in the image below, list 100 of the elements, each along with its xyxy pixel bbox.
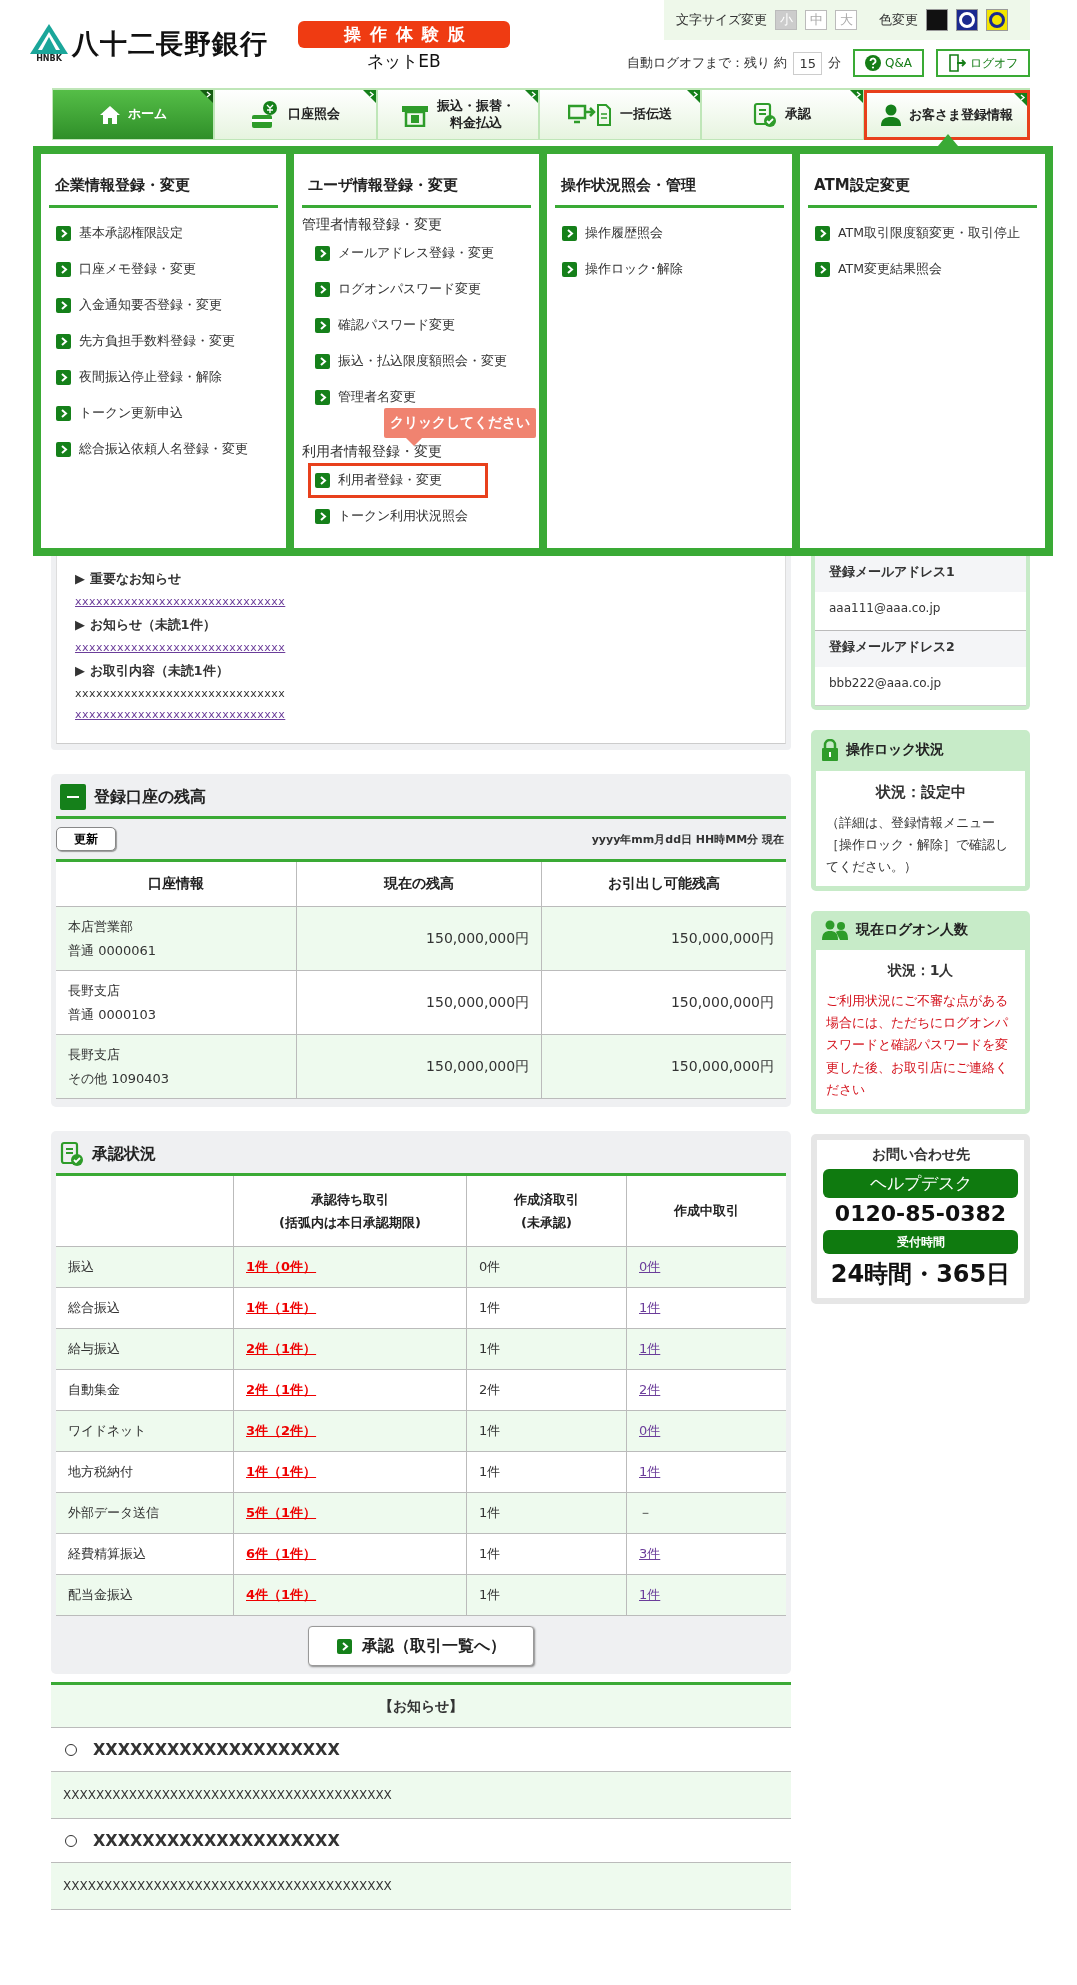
table-cell: 自動集金 bbox=[56, 1369, 234, 1411]
notice-link[interactable]: xxxxxxxxxxxxxxxxxxxxxxxxxxxxxx bbox=[75, 708, 286, 721]
notice-heading: ▶ 重要なお知らせ bbox=[75, 570, 182, 588]
account-number: 普通 0000061 bbox=[68, 941, 158, 960]
menu-group-heading: 利用者情報登録・変更 bbox=[302, 443, 442, 459]
menu-item[interactable]: ATM取引限度額変更・取引停止 bbox=[808, 216, 1027, 251]
corner-arrow-icon bbox=[525, 90, 538, 103]
menu-column-title: 操作状況照会・管理 bbox=[555, 166, 784, 208]
table-cell: 2件 bbox=[466, 1369, 627, 1411]
in-progress-link[interactable]: 3件 bbox=[639, 1546, 661, 1561]
help-button[interactable]: Q&A bbox=[853, 49, 924, 77]
pending-link[interactable]: 1件（1件） bbox=[246, 1300, 317, 1315]
in-progress-link[interactable]: 0件 bbox=[639, 1259, 661, 1274]
pending-link[interactable]: 1件（1件） bbox=[246, 1464, 317, 1479]
news-heading: XXXXXXXXXXXXXXXXXXXX bbox=[93, 1740, 340, 1759]
pending-link[interactable]: 4件（1件） bbox=[246, 1587, 317, 1602]
document-check-icon bbox=[753, 101, 778, 128]
news-body: XXXXXXXXXXXXXXXXXXXXXXXXXXXXXXXXXXXXXXXX bbox=[51, 1772, 791, 1819]
table-cell: 1件 bbox=[466, 1410, 627, 1452]
menu-item[interactable]: 確認パスワード変更 bbox=[308, 308, 462, 343]
notice-link[interactable]: xxxxxxxxxxxxxxxxxxxxxxxxxxxxxx bbox=[75, 641, 286, 654]
box-title: 現在ログオン人数 bbox=[856, 921, 968, 940]
logo-caption: HNBK bbox=[36, 54, 62, 63]
in-progress-link[interactable]: 1件 bbox=[639, 1300, 661, 1315]
pending-link[interactable]: 6件（1件） bbox=[246, 1546, 317, 1561]
remaining-time: 15 bbox=[793, 51, 822, 75]
pending-link[interactable]: 3件（2件） bbox=[246, 1423, 317, 1438]
in-progress-link[interactable]: 1件 bbox=[639, 1587, 661, 1602]
account-number: 普通 0000103 bbox=[68, 1005, 158, 1024]
collapse-button[interactable] bbox=[60, 784, 86, 810]
menu-item[interactable]: 振込・払込限度額照会・変更 bbox=[308, 344, 514, 379]
in-progress-link[interactable]: 1件 bbox=[639, 1464, 661, 1479]
menu-item[interactable]: 利用者登録・変更 bbox=[308, 463, 488, 498]
logo-icon bbox=[30, 24, 68, 54]
in-progress-link[interactable]: 2件 bbox=[639, 1382, 661, 1397]
menu-item[interactable]: 先方負担手数料登録・変更 bbox=[49, 324, 242, 359]
contact-title: お問い合わせ先 bbox=[870, 1145, 971, 1164]
trial-badge: 操作体験版 bbox=[298, 21, 510, 48]
nav-tab[interactable]: 一括伝送 bbox=[539, 90, 702, 140]
news-body: XXXXXXXXXXXXXXXXXXXXXXXXXXXXXXXXXXXXXXXX bbox=[51, 1863, 791, 1910]
nav-tab[interactable]: 承認 bbox=[701, 90, 864, 140]
approve-button[interactable]: 承認（取引一覧へ） bbox=[308, 1626, 534, 1666]
menu-item[interactable]: 操作ロック･解除 bbox=[555, 252, 690, 287]
menu-column-title: 企業情報登録・変更 bbox=[49, 166, 278, 208]
pending-link[interactable]: 2件（1件） bbox=[246, 1382, 317, 1397]
refresh-button[interactable]: 更新 bbox=[56, 827, 116, 851]
menu-column-title: ユーザ情報登録・変更 bbox=[302, 166, 531, 208]
nav-tab[interactable]: 口座照会 bbox=[214, 90, 377, 140]
hours-label: 受付時間 bbox=[823, 1229, 1018, 1254]
menu-item[interactable]: 夜間振込停止登録・解除 bbox=[49, 360, 229, 395]
menu-item[interactable]: 基本承認権限設定 bbox=[49, 216, 190, 251]
pending-link[interactable]: 5件（1件） bbox=[246, 1505, 317, 1520]
column-header: 作成済取引 (未承認) bbox=[466, 1176, 627, 1247]
business-hours: 24時間・365日 bbox=[829, 1258, 1012, 1290]
menu-item[interactable]: 口座メモ登録・変更 bbox=[49, 252, 203, 287]
lock-status: 状況：設定中 bbox=[874, 783, 967, 802]
logoff-button[interactable]: ログオフ bbox=[936, 49, 1030, 77]
column-header: 現在の残高 bbox=[296, 862, 542, 907]
in-progress-link[interactable]: 0件 bbox=[639, 1423, 661, 1438]
nav-tab[interactable]: お客さま登録情報 bbox=[863, 90, 1030, 140]
pending-link[interactable]: 2件（1件） bbox=[246, 1341, 317, 1356]
color-option[interactable] bbox=[926, 9, 948, 31]
table-cell: 0件 bbox=[466, 1246, 627, 1288]
column-header: 作成中取引 bbox=[626, 1176, 786, 1247]
table-cell: 150,000,000円 bbox=[541, 970, 786, 1035]
table-cell: 1件 bbox=[466, 1574, 627, 1616]
corner-arrow-icon bbox=[849, 90, 863, 103]
document-check-icon bbox=[60, 1141, 84, 1167]
box-title: 操作ロック状況 bbox=[846, 741, 944, 759]
pending-link[interactable]: 1件（0件） bbox=[246, 1259, 317, 1274]
menu-column-title: ATM設定変更 bbox=[808, 166, 1037, 208]
table-cell: 振込 bbox=[56, 1246, 234, 1288]
color-option[interactable] bbox=[956, 9, 978, 31]
table-cell: 1件 bbox=[466, 1492, 627, 1534]
email-label: 登録メールアドレス1 bbox=[815, 556, 1026, 592]
email-label: 登録メールアドレス2 bbox=[815, 631, 1026, 667]
color-change-label: 色変更 bbox=[879, 11, 918, 29]
menu-item[interactable]: トークン更新申込 bbox=[49, 396, 190, 431]
nav-tab[interactable]: 振込・振替・ 料金払込 bbox=[376, 90, 539, 140]
menu-item[interactable]: 入金通知要否登録・変更 bbox=[49, 288, 229, 323]
menu-item[interactable]: ATM変更結果照会 bbox=[808, 252, 949, 287]
section-title: 承認状況 bbox=[92, 1143, 156, 1165]
in-progress-link[interactable]: 1件 bbox=[639, 1341, 661, 1356]
section-title: 登録口座の残高 bbox=[94, 786, 206, 808]
corner-arrow-icon bbox=[362, 90, 376, 103]
monitor-document-icon bbox=[568, 103, 613, 126]
menu-group-heading: 管理者情報登録・変更 bbox=[302, 216, 442, 232]
table-cell: 150,000,000円 bbox=[541, 1034, 786, 1099]
notice-link[interactable]: xxxxxxxxxxxxxxxxxxxxxxxxxxxxxx bbox=[75, 595, 286, 608]
menu-item[interactable]: トークン利用状況照会 bbox=[308, 499, 475, 534]
timestamp: yyyy年mm月dd日 HH時MM分 現在 bbox=[591, 831, 784, 847]
menu-item[interactable]: 総合振込依頼人名登録・変更 bbox=[49, 432, 255, 467]
bank-name: 八十二長野銀行 bbox=[72, 26, 268, 61]
people-icon bbox=[822, 920, 848, 941]
color-option[interactable] bbox=[986, 9, 1008, 31]
menu-item[interactable]: 操作履歴照会 bbox=[555, 216, 670, 251]
menu-item[interactable]: メールアドレス登録・変更 bbox=[308, 236, 501, 271]
door-exit-icon bbox=[948, 54, 966, 72]
table-cell: 1件 bbox=[466, 1533, 627, 1575]
menu-item[interactable]: ログオンパスワード変更 bbox=[308, 272, 488, 307]
